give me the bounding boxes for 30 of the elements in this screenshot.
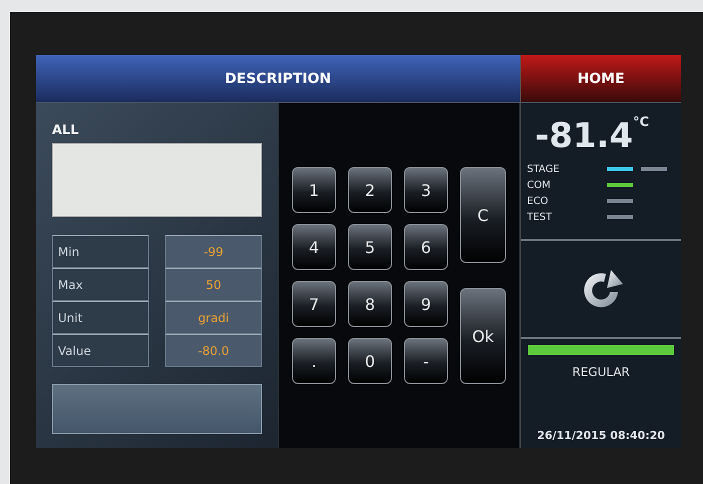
key-button[interactable]: 4 — [292, 224, 336, 270]
key-button[interactable]: 9 — [404, 281, 448, 327]
key-button[interactable]: 1 — [292, 167, 336, 213]
key-button[interactable]: 0 — [348, 338, 392, 384]
ok-button[interactable]: Ok — [460, 288, 506, 384]
key-button[interactable]: 8 — [348, 281, 392, 327]
temperature-reading: -81.4 — [535, 115, 633, 158]
indicator-label: COM — [527, 180, 552, 190]
clear-button[interactable]: C — [460, 167, 506, 263]
input-field[interactable] — [52, 384, 262, 434]
date-time: 26/11/2015 08:40:20 — [537, 429, 665, 442]
key-button[interactable]: 3 — [404, 167, 448, 213]
key-button[interactable]: 6 — [404, 224, 448, 270]
indicator-label: TEST — [527, 212, 553, 222]
param-name: Value — [52, 334, 149, 367]
key-button[interactable]: . — [292, 338, 336, 384]
param-name: Max — [52, 268, 149, 301]
indicator-label: STAGE — [527, 164, 560, 174]
key-button[interactable]: 5 — [348, 224, 392, 270]
header-title: DESCRIPTION — [36, 55, 520, 103]
temperature-unit: °C — [633, 115, 650, 130]
key-button[interactable]: 7 — [292, 281, 336, 327]
param-name: Min — [52, 235, 149, 268]
key-button[interactable]: 2 — [348, 167, 392, 213]
field-label: ALL — [52, 123, 80, 138]
mode-label: REGULAR — [572, 365, 630, 379]
key-button[interactable]: - — [404, 338, 448, 384]
indicator-label: ECO — [527, 196, 550, 206]
home-button[interactable]: HOME — [520, 55, 681, 103]
param-name: Unit — [52, 301, 149, 334]
